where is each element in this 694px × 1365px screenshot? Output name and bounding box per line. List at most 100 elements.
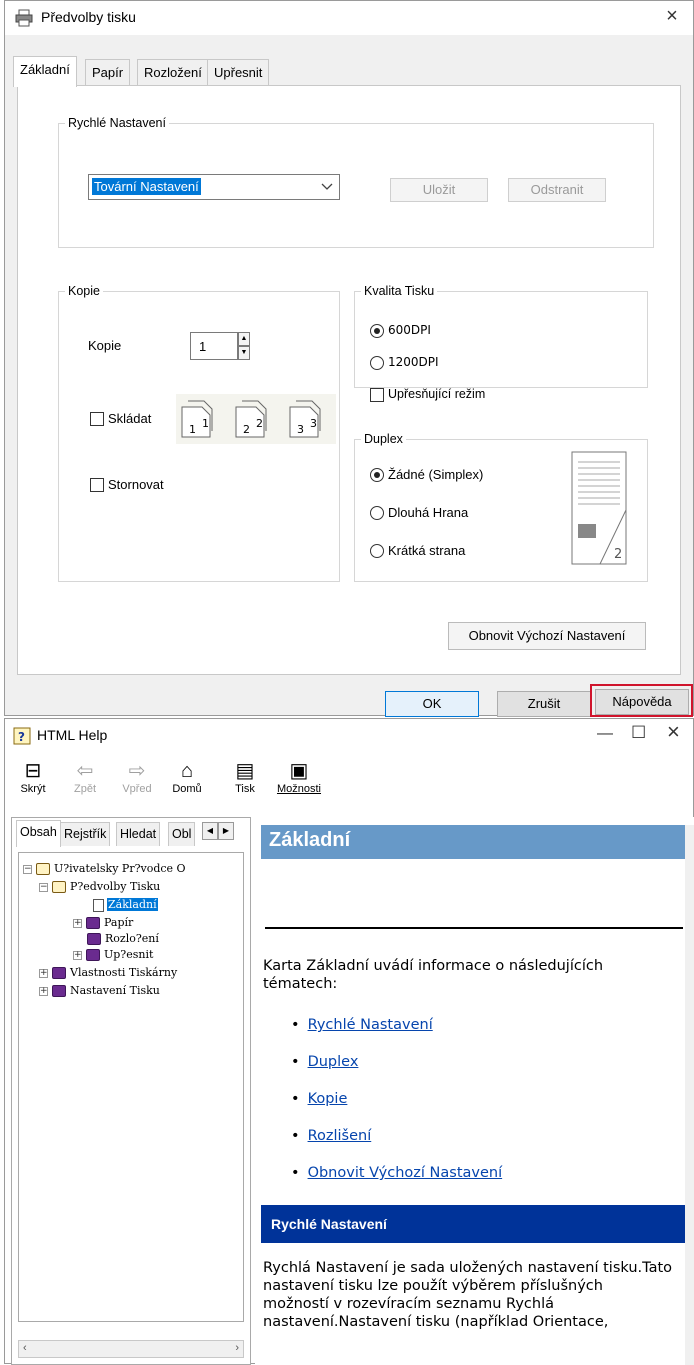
page-icon xyxy=(93,898,104,912)
print-label: Tisk xyxy=(235,783,255,795)
duplex-legend: Duplex xyxy=(364,432,403,446)
topic-divider xyxy=(265,927,683,929)
list-item: • Rozlišení xyxy=(291,1128,372,1144)
print-preferences-dialog: Předvolby tisku × Základní Papír Rozlože… xyxy=(4,0,694,717)
tab-paper[interactable]: Papír xyxy=(85,59,131,85)
book-icon xyxy=(52,967,66,979)
hide-button[interactable]: ⊟ Skrýt xyxy=(13,759,53,795)
copies-down-button[interactable]: ▼ xyxy=(238,346,250,360)
refine-mode-checkbox[interactable] xyxy=(370,388,384,402)
copies-stepper[interactable]: 1 xyxy=(190,332,238,360)
tabs-scroll-right[interactable]: ▶ xyxy=(218,822,234,840)
tree-item-user-guide[interactable]: − U?ivatelsky Pr?vodce O xyxy=(23,861,186,877)
list-item: • Kopie xyxy=(291,1091,348,1107)
tab-contents[interactable]: Obsah xyxy=(16,820,61,847)
dpi-1200-label: 1200DPI xyxy=(388,355,439,369)
scroll-right-icon: › xyxy=(235,1342,239,1354)
copies-label: Kopie xyxy=(88,338,122,353)
quick-settings-select[interactable]: Tovární Nastavení xyxy=(88,174,340,200)
expand-icon: + xyxy=(73,949,82,960)
svg-text:2: 2 xyxy=(256,417,263,430)
minimize-button[interactable]: — xyxy=(597,725,613,743)
svg-text:2: 2 xyxy=(243,423,250,436)
printer-icon xyxy=(15,9,33,27)
tree-item-printer-properties[interactable]: + Vlastnosti Tiskárny xyxy=(39,965,177,981)
topic-link-quick-settings[interactable]: Rychlé Nastavení xyxy=(308,1017,433,1033)
tree-item-advanced[interactable]: + Up?esnit xyxy=(73,947,153,963)
tabs-scroll-left[interactable]: ◀ xyxy=(202,822,218,840)
book-icon xyxy=(87,933,101,945)
book-icon xyxy=(86,949,100,961)
tab-layout[interactable]: Rozložení xyxy=(137,59,209,85)
collate-checkbox[interactable] xyxy=(90,412,104,426)
book-icon xyxy=(86,917,100,929)
hide-pane-icon: ⊟ xyxy=(24,760,42,782)
topic-link-duplex[interactable]: Duplex xyxy=(308,1054,359,1070)
remove-button[interactable]: Odstranit xyxy=(508,178,606,202)
topic-link-restore-defaults[interactable]: Obnovit Výchozí Nastavení xyxy=(308,1165,503,1181)
home-button[interactable]: ⌂ Domů xyxy=(167,759,207,795)
topic-heading: Základní xyxy=(261,825,685,859)
copies-up-button[interactable]: ▲ xyxy=(238,332,250,346)
refine-mode-label: Upřesňující režim xyxy=(388,387,486,401)
topic-link-resolution[interactable]: Rozlišení xyxy=(308,1128,372,1144)
duplex-none-radio[interactable] xyxy=(370,468,384,482)
section-heading: Rychlé Nastavení xyxy=(261,1205,685,1243)
svg-text:?: ? xyxy=(18,730,25,744)
book-icon xyxy=(52,985,66,997)
topic-pane: Základní Karta Základní uvádí informace … xyxy=(255,817,694,1365)
topic-vertical-scrollbar[interactable] xyxy=(685,825,694,1365)
topic-link-copies[interactable]: Kopie xyxy=(308,1091,348,1107)
forward-arrow-icon: ⇨ xyxy=(128,760,146,782)
topic-intro: Karta Základní uvádí informace o následu… xyxy=(263,958,604,992)
page-icon: 2 2 xyxy=(235,400,267,438)
help-app-icon: ? xyxy=(13,727,31,745)
tab-index[interactable]: Rejstřík xyxy=(60,822,111,846)
dpi-600-label: 600DPI xyxy=(388,323,431,337)
options-button[interactable]: ▣ Možnosti xyxy=(271,759,327,795)
tree-item-print-settings[interactable]: + Nastavení Tisku xyxy=(39,983,160,999)
tree-label: U?ivatelsky Pr?vodce O xyxy=(54,862,186,875)
open-book-icon xyxy=(36,863,50,875)
help-close-button[interactable]: × xyxy=(667,719,680,745)
svg-text:3: 3 xyxy=(297,423,304,436)
page-icon: 1 1 xyxy=(181,400,213,438)
tree-item-basic[interactable]: Základní xyxy=(93,897,158,913)
list-item: • Obnovit Výchozí Nastavení xyxy=(291,1165,503,1181)
reverse-checkbox[interactable] xyxy=(90,478,104,492)
tab-search[interactable]: Hledat xyxy=(116,822,161,846)
back-arrow-icon: ⇦ xyxy=(76,760,94,782)
duplex-preview-icon: 2 xyxy=(571,451,627,565)
collate-preview: 1 1 2 2 3 3 xyxy=(176,394,336,444)
hide-label: Skrýt xyxy=(20,783,46,795)
options-label: Možnosti xyxy=(276,783,322,795)
tree-label: P?edvolby Tisku xyxy=(70,880,161,893)
ok-button[interactable]: OK xyxy=(385,691,479,717)
back-button[interactable]: ⇦ Zpět xyxy=(65,759,105,795)
help-button[interactable]: Nápověda xyxy=(595,689,689,715)
tree-item-print-preferences[interactable]: − P?edvolby Tisku xyxy=(39,879,160,895)
dialog-titlebar: Předvolby tisku × xyxy=(5,1,693,35)
cancel-button[interactable]: Zrušit xyxy=(497,691,591,717)
tab-basic[interactable]: Základní xyxy=(13,56,77,87)
duplex-short-edge-radio[interactable] xyxy=(370,544,384,558)
maximize-button[interactable]: ☐ xyxy=(631,723,646,743)
print-button[interactable]: ▤ Tisk xyxy=(225,759,265,795)
duplex-long-edge-radio[interactable] xyxy=(370,506,384,520)
dpi-600-radio[interactable] xyxy=(370,324,384,338)
tab-favorites[interactable]: Obl xyxy=(168,822,196,846)
tab-advanced[interactable]: Upřesnit xyxy=(207,59,270,85)
tree-item-layout[interactable]: Rozlo?ení xyxy=(87,931,159,947)
expand-icon: + xyxy=(39,985,48,996)
tree-horizontal-scrollbar[interactable]: ‹ › xyxy=(18,1340,244,1358)
restore-defaults-button[interactable]: Obnovit Výchozí Nastavení xyxy=(448,622,646,650)
dpi-1200-radio[interactable] xyxy=(370,356,384,370)
save-button[interactable]: Uložit xyxy=(390,178,488,202)
close-icon[interactable]: × xyxy=(659,5,685,28)
tree-item-paper[interactable]: + Papír xyxy=(73,915,133,931)
forward-button[interactable]: ⇨ Vpřed xyxy=(117,759,157,795)
section-text: Rychlá Nastavení je sada uložených nasta… xyxy=(263,1260,673,1330)
help-window-title: HTML Help xyxy=(37,727,108,743)
collate-label: Skládat xyxy=(108,411,152,426)
tree-label: Rozlo?ení xyxy=(105,932,159,945)
